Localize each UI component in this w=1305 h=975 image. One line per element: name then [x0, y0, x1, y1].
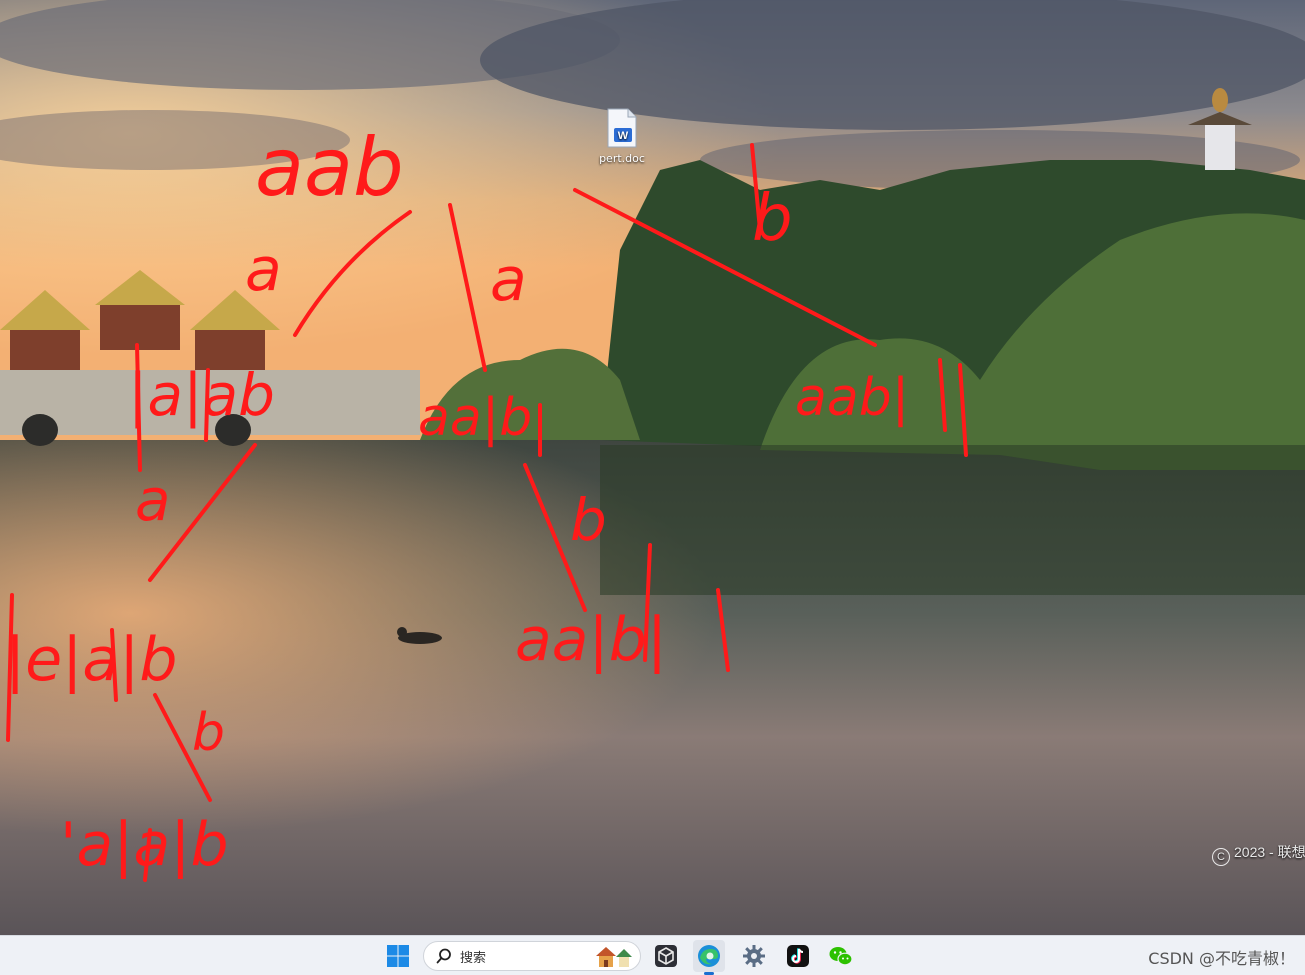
taskbar-app-cube[interactable] [650, 940, 682, 972]
taskbar-search-box[interactable]: 搜索 [423, 941, 641, 971]
search-icon [436, 948, 451, 964]
search-placeholder: 搜索 [460, 950, 487, 966]
desktop-wallpaper [0, 0, 1305, 935]
taskbar-app-edge[interactable] [693, 940, 725, 975]
gear-icon [743, 945, 765, 967]
taskbar: 搜索 CSDN @不吃青椒！ [0, 935, 1305, 975]
copyright-icon: C [1212, 848, 1230, 866]
windows-logo-icon [387, 945, 409, 967]
wechat-icon [829, 947, 853, 966]
edge-browser-icon [698, 945, 720, 967]
svg-text:W: W [618, 130, 629, 142]
tiktok-icon [787, 945, 809, 967]
taskbar-app-settings[interactable] [738, 940, 770, 972]
desktop-icon-label: pert.doc [599, 152, 645, 165]
word-document-icon: W [606, 108, 638, 148]
wallpaper-copyright: C 2023 - 联想 [1212, 842, 1305, 866]
taskbar-app-tiktok[interactable] [782, 940, 814, 972]
cube-app-icon [655, 945, 677, 967]
start-button[interactable] [382, 940, 414, 972]
search-highlight-houses-icon [596, 947, 632, 967]
taskbar-app-wechat[interactable] [825, 940, 857, 972]
csdn-watermark: CSDN @不吃青椒！ [1148, 949, 1295, 968]
desktop-icon-pert-doc[interactable]: W pert.doc [592, 108, 652, 165]
